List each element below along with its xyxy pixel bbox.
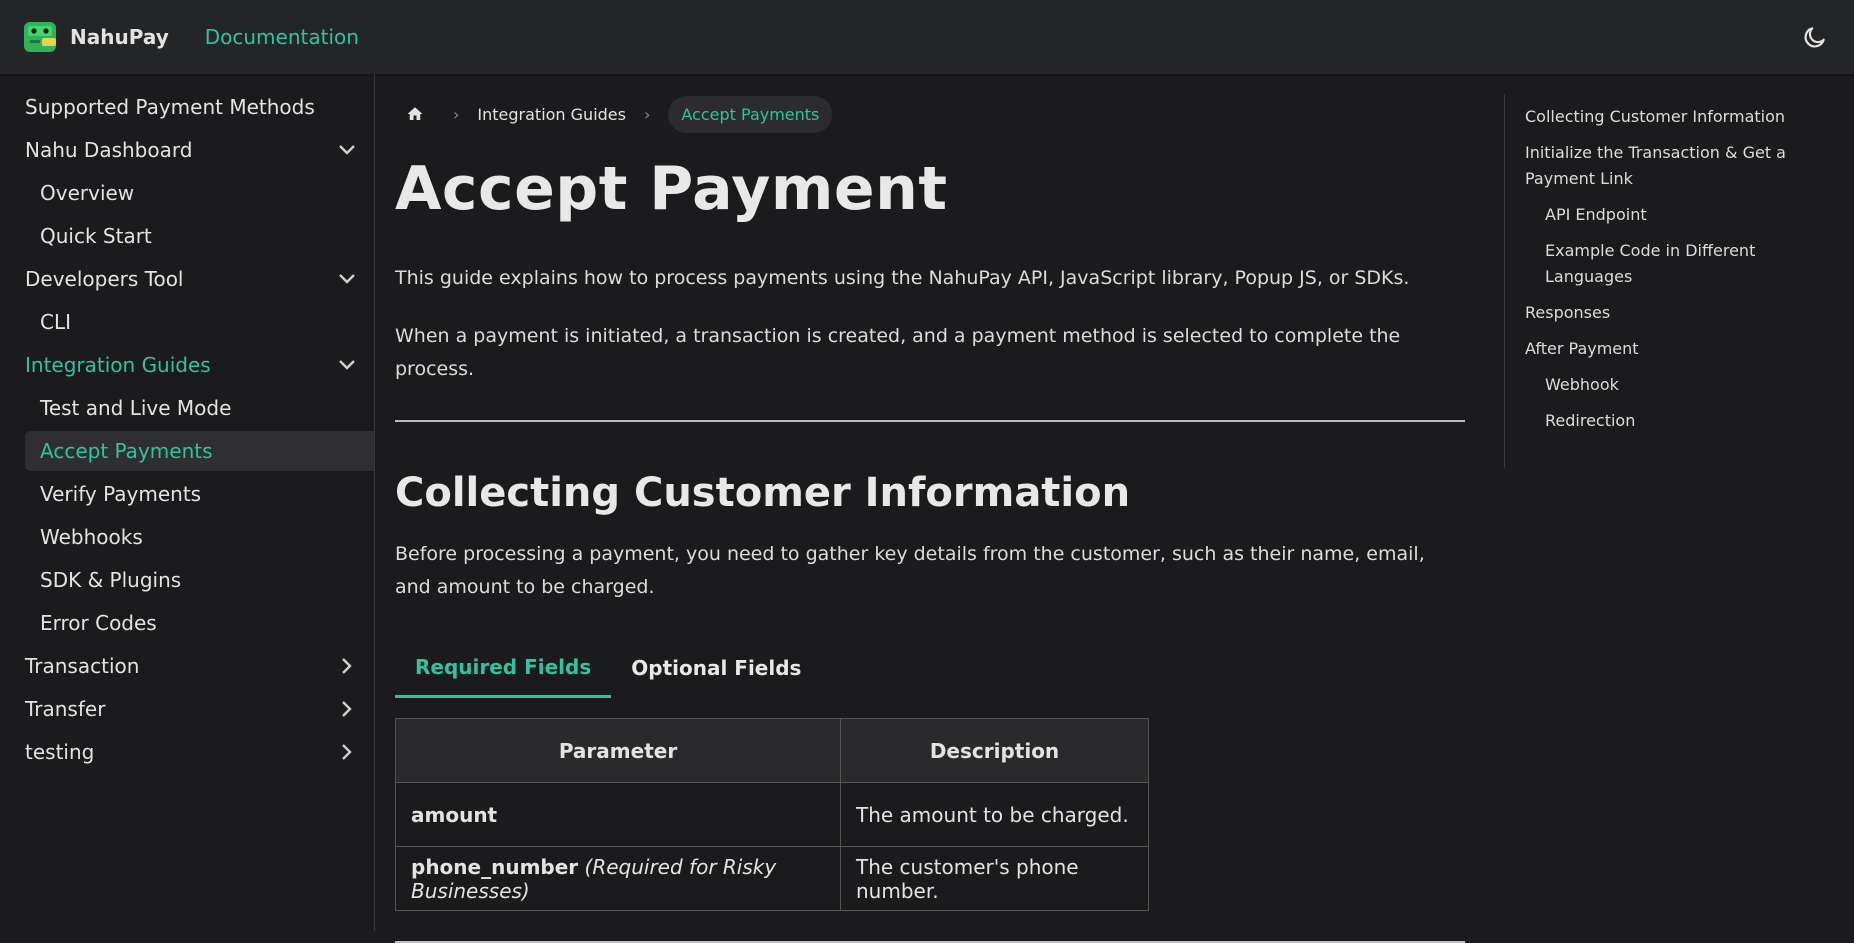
sidebar-item-test-and-live-mode[interactable]: Test and Live Mode	[25, 388, 374, 428]
sidebar-item-cli[interactable]: CLI	[25, 302, 374, 342]
sidebar-item-transaction[interactable]: Transaction	[25, 646, 374, 686]
sidebar-item-developers-tool[interactable]: Developers Tool	[25, 259, 374, 299]
sidebar-item-overview[interactable]: Overview	[25, 173, 374, 213]
parameters-table: Parameter Description amount The amount …	[395, 718, 1149, 911]
chevron-right-icon[interactable]	[336, 741, 358, 763]
table-header-row: Parameter Description	[395, 718, 1149, 783]
chevron-down-icon[interactable]	[336, 268, 358, 290]
breadcrumb-integration-guides[interactable]: Integration Guides	[477, 105, 626, 124]
parameter-name: amount	[411, 802, 498, 827]
parameter-cell: phone_number (Required for Risky Busines…	[395, 846, 841, 911]
intro-paragraph: This guide explains how to process payme…	[395, 267, 1410, 289]
toc-item-redirection[interactable]: Redirection	[1525, 408, 1834, 434]
table-of-contents: Collecting Customer Information Initiali…	[1504, 94, 1834, 468]
table-row: amount The amount to be charged.	[395, 782, 1149, 847]
column-header: Parameter	[395, 718, 841, 783]
breadcrumb: › Integration Guides › Accept Payments	[395, 94, 1465, 134]
tab-optional-fields[interactable]: Optional Fields	[611, 638, 821, 698]
sidebar-item-accept-payments[interactable]: Accept Payments	[25, 431, 374, 471]
section-paragraph: Before processing a payment, you need to…	[395, 543, 1425, 598]
chevron-down-icon[interactable]	[336, 139, 358, 161]
toc-item-initialize-transaction[interactable]: Initialize the Transaction & Get a Payme…	[1525, 140, 1834, 192]
moon-icon	[1804, 27, 1825, 48]
brand-name: NahuPay	[70, 25, 169, 49]
breadcrumb-current: Accept Payments	[668, 95, 833, 133]
toc-item-example-code[interactable]: Example Code in Different Languages	[1525, 238, 1834, 290]
sidebar-item-testing[interactable]: testing	[25, 732, 374, 772]
home-icon[interactable]	[395, 94, 435, 134]
chevron-right-icon[interactable]	[336, 698, 358, 720]
toc-item-api-endpoint[interactable]: API Endpoint	[1525, 202, 1834, 228]
nahupay-logo	[24, 22, 56, 52]
toc-item-after-payment[interactable]: After Payment	[1525, 336, 1834, 362]
chevron-right-icon[interactable]	[336, 655, 358, 677]
toc-item-webhook[interactable]: Webhook	[1525, 372, 1834, 398]
sidebar-item-error-codes[interactable]: Error Codes	[25, 603, 374, 643]
parameter-cell: amount	[395, 782, 841, 847]
brand-home-link[interactable]: NahuPay	[22, 20, 169, 54]
sidebar-item-nahu-dashboard[interactable]: Nahu Dashboard	[25, 130, 374, 170]
parameter-name: phone_number	[411, 854, 579, 879]
sidebar-item-webhooks[interactable]: Webhooks	[25, 517, 374, 557]
chevron-down-icon[interactable]	[336, 354, 358, 376]
intro-paragraph-2: When a payment is initiated, a transacti…	[395, 325, 1401, 380]
toc-item-collecting-customer-information[interactable]: Collecting Customer Information	[1525, 104, 1834, 130]
toc-item-responses[interactable]: Responses	[1525, 300, 1834, 326]
page-title: Accept Payment	[395, 154, 948, 224]
tab-required-fields[interactable]: Required Fields	[395, 638, 612, 698]
documentation-link[interactable]: Documentation	[205, 25, 359, 49]
field-tabs: Required Fields Optional Fields	[395, 638, 1465, 698]
section-heading: Collecting Customer Information	[395, 470, 1131, 516]
sidebar-item-transfer[interactable]: Transfer	[25, 689, 374, 729]
sidebar-item-sdk-plugins[interactable]: SDK & Plugins	[25, 560, 374, 600]
table-row: phone_number (Required for Risky Busines…	[395, 846, 1149, 911]
doc-content: › Integration Guides › Accept Payments A…	[395, 74, 1465, 943]
top-navbar: NahuPay Documentation	[0, 0, 1854, 74]
sidebar-item-verify-payments[interactable]: Verify Payments	[25, 474, 374, 514]
breadcrumb-separator-icon: ›	[643, 104, 651, 124]
sidebar-item-integration-guides[interactable]: Integration Guides	[25, 345, 374, 385]
description-cell: The customer's phone number.	[840, 846, 1149, 911]
breadcrumb-separator-icon: ›	[453, 104, 460, 124]
sidebar-item-supported-payment-methods[interactable]: Supported Payment Methods	[25, 87, 374, 127]
docs-sidebar: Supported Payment Methods Nahu Dashboard…	[0, 74, 375, 931]
divider	[395, 420, 1465, 422]
column-header: Description	[840, 718, 1149, 783]
sidebar-item-quick-start[interactable]: Quick Start	[25, 216, 374, 256]
theme-toggle-button[interactable]	[1798, 20, 1832, 54]
description-cell: The amount to be charged.	[840, 782, 1149, 847]
